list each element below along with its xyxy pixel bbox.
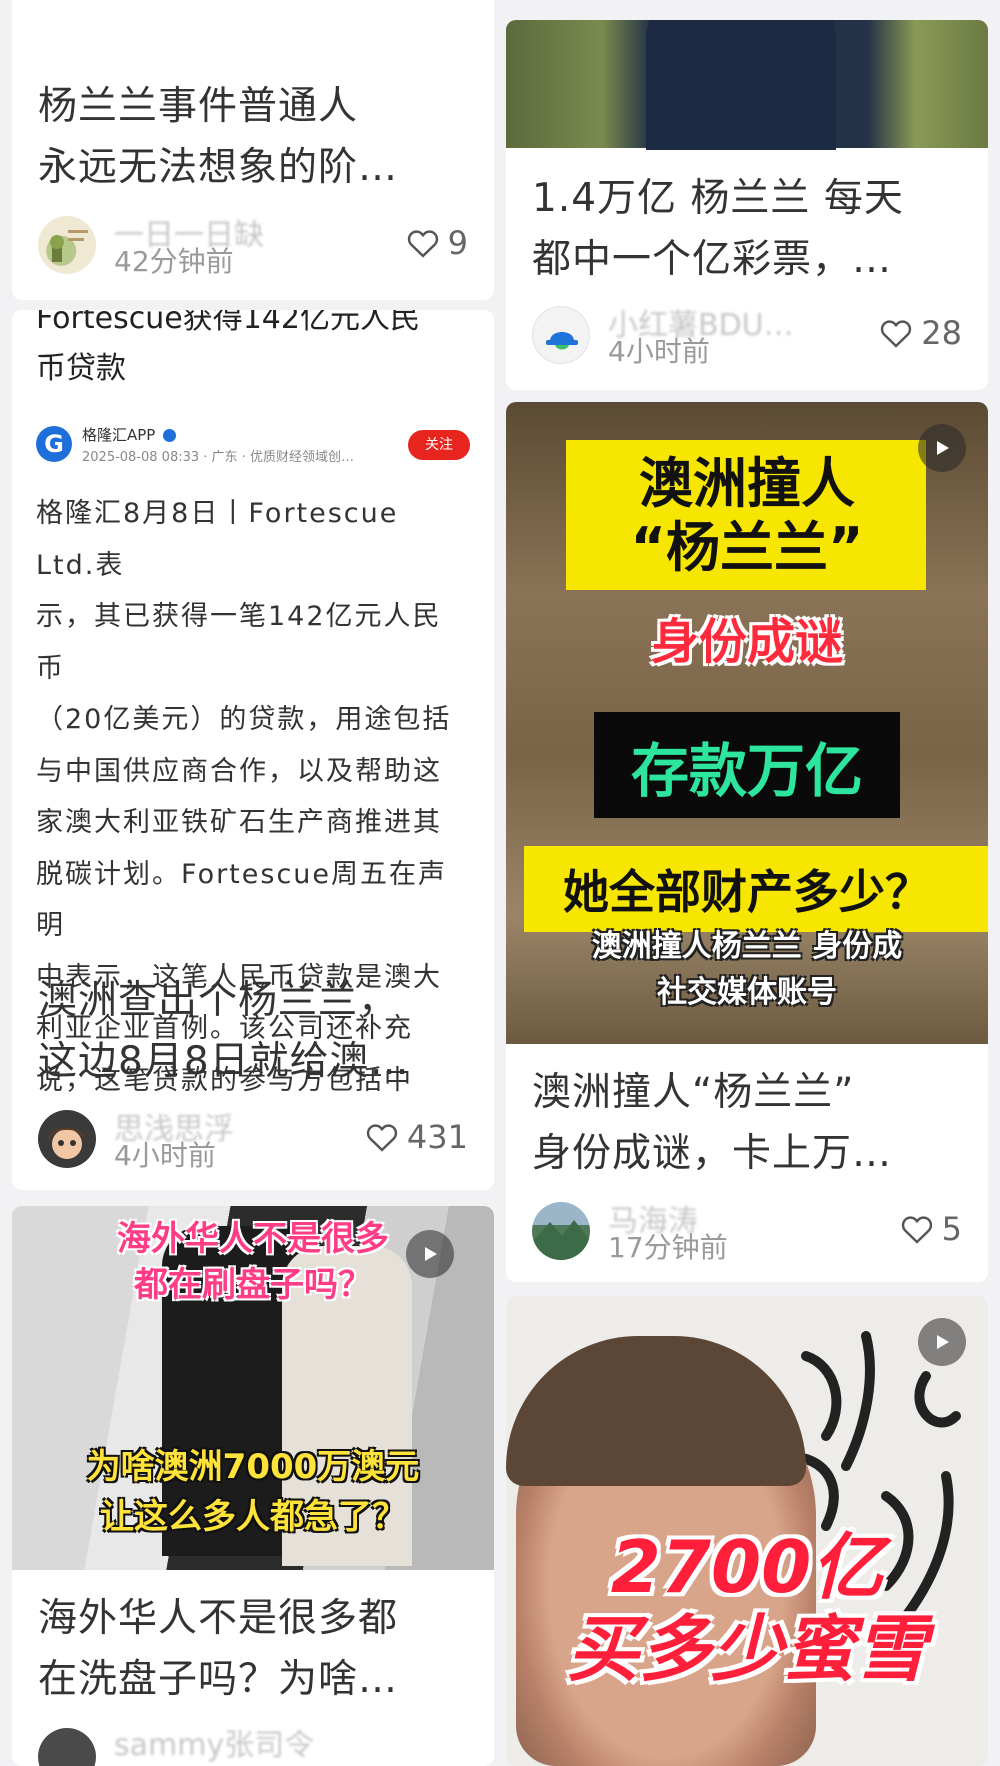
verified-icon	[163, 429, 177, 442]
play-icon[interactable]	[918, 424, 966, 472]
like-count: 5	[941, 1210, 962, 1248]
like-button[interactable]: 9	[406, 224, 468, 262]
note-cover: Fortescue获得142亿元人民 币贷款 G 格隆汇APP 2025-08-…	[12, 310, 494, 1096]
note-meta: 马海涛 17分钟前 5	[532, 1202, 962, 1268]
play-icon[interactable]	[406, 1230, 454, 1278]
source-meta: 2025-08-08 08:33 · 广东 · 优质财经领域创…	[82, 450, 354, 465]
article-header: Fortescue获得142亿元人民 币贷款	[36, 310, 420, 386]
note-title: 澳洲撞人“杨兰兰” 身份成谜，卡上万…	[532, 1070, 893, 1176]
note-meta: 思浅思浮 4小时前 431	[38, 1110, 468, 1176]
source-logo-icon: G	[36, 426, 72, 462]
note-card[interactable]: Fortescue获得142亿元人民 币贷款 G 格隆汇APP 2025-08-…	[12, 310, 494, 1190]
post-time: 42分钟前	[114, 245, 234, 278]
cover-text: 2700亿 买多少蜜雪	[566, 1525, 927, 1691]
note-title: 杨兰兰事件普通人 永远无法想象的阶…	[38, 84, 399, 190]
avatar[interactable]	[532, 306, 590, 364]
like-button[interactable]: 431	[365, 1118, 468, 1156]
post-time: 4小时前	[114, 1139, 216, 1172]
note-meta: 一日一日缺 42分钟前 9	[38, 216, 468, 282]
avatar[interactable]	[38, 1110, 96, 1168]
note-title: 澳洲查出个杨兰兰， 这边8月8日就给澳…	[38, 978, 410, 1084]
avatar[interactable]	[38, 1728, 96, 1766]
note-card[interactable]: 澳洲撞人 “杨兰兰” 身份成谜 存款万亿 她全部财产多少？ 澳洲撞人杨兰兰 身份…	[506, 402, 988, 1282]
cover-title: 澳洲撞人 “杨兰兰”	[630, 452, 864, 579]
note-card[interactable]: 海外华人不是很多 都在刷盘子吗？ 为啥澳洲7000万澳元 让这么多人都急了？ 海…	[12, 1206, 494, 1766]
heart-icon	[881, 320, 912, 348]
heart-icon	[901, 1216, 932, 1244]
note-meta: sammy张司令	[38, 1728, 468, 1766]
cover-question: 她全部财产多少？	[563, 865, 931, 919]
heart-icon	[407, 230, 438, 258]
heart-icon	[366, 1124, 398, 1152]
note-title: 海外华人不是很多都 在洗盘子吗？为啥…	[38, 1596, 399, 1702]
note-card[interactable]: 1.4万亿 杨兰兰 每天 都中一个亿彩票，… 小红薯BDU… 4小时前 28	[506, 20, 988, 390]
note-card[interactable]: 2700亿 买多少蜜雪	[506, 1296, 988, 1766]
note-card[interactable]: 杨兰兰事件普通人 永远无法想象的阶… 一日一日缺 42分钟前 9	[12, 0, 494, 300]
video-cover: 澳洲撞人 “杨兰兰” 身份成谜 存款万亿 她全部财产多少？ 澳洲撞人杨兰兰 身份…	[506, 402, 988, 1044]
cover-caption-bottom: 为啥澳洲7000万澳元 让这么多人都急了？	[86, 1447, 420, 1537]
note-meta: 小红薯BDU… 4小时前 28	[532, 306, 962, 372]
source-name: 格隆汇APP	[82, 424, 177, 445]
note-title: 1.4万亿 杨兰兰 每天 都中一个亿彩票，…	[532, 176, 904, 282]
play-icon[interactable]	[918, 1318, 966, 1366]
post-time: 17分钟前	[608, 1231, 728, 1264]
author-name[interactable]: sammy张司令	[114, 1720, 314, 1764]
cover-subtitle: 澳洲撞人杨兰兰 身份成 社交媒体账号	[591, 929, 903, 1010]
like-count: 28	[921, 314, 962, 352]
avatar[interactable]	[532, 1202, 590, 1260]
video-cover: 2700亿 买多少蜜雪	[506, 1296, 988, 1766]
note-cover	[506, 20, 988, 150]
like-button[interactable]: 28	[879, 314, 962, 352]
avatar[interactable]	[38, 216, 96, 274]
like-count: 431	[406, 1118, 468, 1156]
cover-green-text: 存款万亿	[630, 737, 863, 805]
person-silhouette	[646, 20, 836, 150]
video-cover: 海外华人不是很多 都在刷盘子吗？ 为啥澳洲7000万澳元 让这么多人都急了？	[12, 1206, 494, 1570]
like-button[interactable]: 5	[900, 1210, 962, 1248]
like-count: 9	[447, 224, 468, 262]
cover-red-text: 身份成谜	[650, 614, 843, 670]
post-time: 4小时前	[608, 335, 710, 368]
follow-button[interactable]: 关注	[408, 430, 470, 460]
